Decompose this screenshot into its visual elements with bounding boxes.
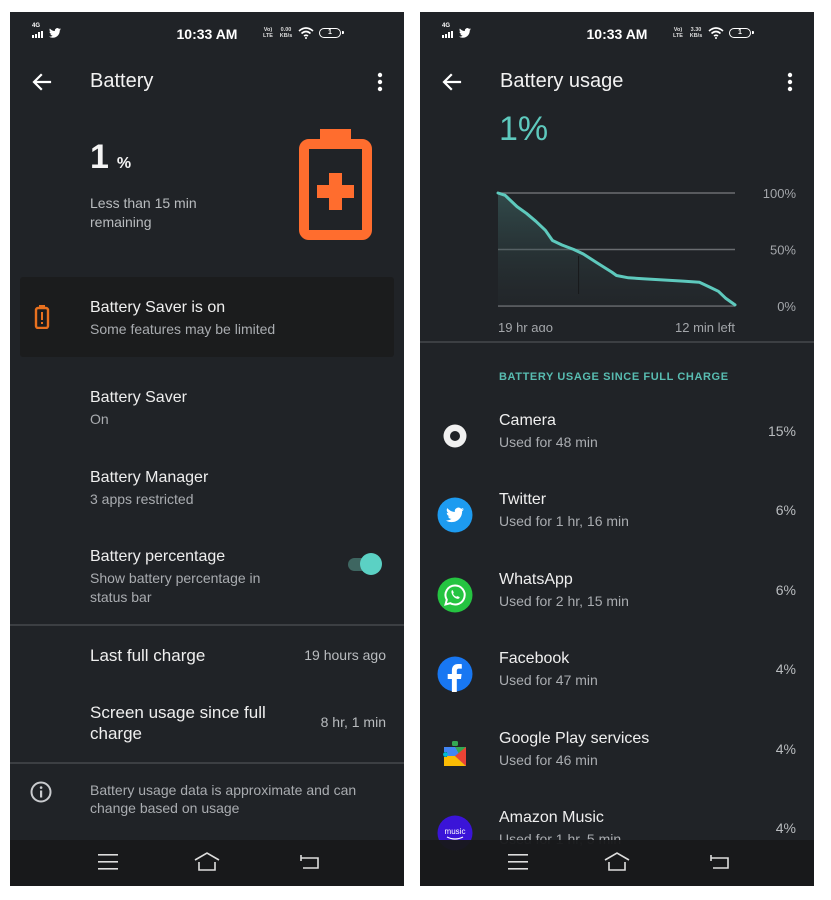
battery-percentage-toggle[interactable] [347, 553, 383, 575]
navigation-bar [10, 840, 404, 886]
current-battery-percent: 1% [499, 110, 549, 148]
google-play-services-icon [443, 741, 466, 766]
battery-alert-icon [34, 305, 50, 329]
more-vert-icon[interactable] [784, 70, 796, 94]
page-title: Battery usage [500, 70, 624, 92]
battery-saver-banner[interactable]: Battery Saver is on Some features may be… [20, 277, 394, 357]
app-usage-row-camera[interactable]: Camera Used for 48 min 15% [420, 407, 814, 477]
x-start-label: 19 hr ago [498, 320, 553, 332]
status-bar: 4G 10:33 AM Vo) LTE 0.00 KB/s 1 [10, 12, 404, 56]
status-battery-icon: 1 [319, 28, 344, 38]
back-arrow-icon[interactable] [440, 70, 464, 94]
twitter-icon [437, 497, 473, 533]
app-usage-row-google-play-services[interactable]: Google Play services Used for 46 min 4% [420, 725, 814, 795]
y-tick-label: 50% [770, 243, 796, 258]
status-time: 10:33 AM [586, 26, 648, 42]
screen-usage-label: Screen usage since full charge [90, 703, 266, 743]
home-icon[interactable] [603, 850, 631, 874]
back-arrow-icon[interactable] [30, 70, 54, 94]
usage-disclaimer: Battery usage data is approximate and ca… [90, 782, 357, 816]
navigation-bar [420, 840, 814, 886]
pref-battery-manager[interactable]: Battery Manager 3 apps restricted [90, 467, 208, 509]
status-battery-icon: 1 [729, 28, 754, 38]
pref-battery-percentage[interactable]: Battery percentage Show battery percenta… [90, 546, 300, 607]
back-icon[interactable] [298, 852, 322, 872]
svg-text:music: music [445, 827, 466, 836]
section-header: BATTERY USAGE SINCE FULL CHARGE [499, 371, 729, 383]
status-time: 10:33 AM [176, 26, 238, 42]
battery-usage-screen: 4G 10:33 AM Vo) LTE 3.30 KB/s 1 Battery … [420, 12, 814, 886]
battery-settings-screen: 4G 10:33 AM Vo) LTE 0.00 KB/s 1 Battery … [10, 12, 404, 886]
menu-icon[interactable] [98, 853, 120, 871]
time-remaining: Less than 15 min remaining [90, 195, 197, 230]
wifi-icon [298, 27, 314, 39]
app-bar: Battery [10, 56, 404, 112]
last-full-charge-value: 19 hours ago [304, 647, 386, 663]
saver-banner-subtitle: Some features may be limited [90, 321, 276, 337]
app-usage-row-twitter[interactable]: Twitter Used for 1 hr, 16 min 6% [420, 486, 814, 556]
wifi-icon [708, 27, 724, 39]
info-icon [30, 781, 52, 803]
status-bar: 4G 10:33 AM Vo) LTE 3.30 KB/s 1 [420, 12, 814, 56]
battery-saver-large-icon [299, 129, 372, 240]
x-end-label: 12 min left [675, 320, 735, 332]
app-usage-row-facebook[interactable]: Facebook Used for 47 min 4% [420, 645, 814, 715]
divider [10, 762, 404, 764]
whatsapp-icon [437, 577, 473, 613]
divider [420, 341, 814, 343]
battery-percent: 1% [90, 138, 132, 176]
menu-icon[interactable] [508, 853, 530, 871]
volte-indicator: Vo) LTE [673, 27, 683, 39]
app-bar: Battery usage [420, 56, 814, 112]
volte-indicator: Vo) LTE [263, 27, 273, 39]
screen-usage-value: 8 hr, 1 min [320, 714, 386, 730]
battery-history-chart: 100% 50% 0% 19 hr ago 12 min left [496, 186, 797, 332]
camera-icon [443, 424, 467, 448]
page-title: Battery [90, 70, 154, 92]
last-full-charge-label: Last full charge [90, 646, 206, 665]
y-tick-label: 0% [777, 299, 796, 314]
data-speed-indicator: 3.30 KB/s [689, 27, 703, 39]
back-icon[interactable] [708, 852, 732, 872]
divider [10, 624, 404, 626]
more-vert-icon[interactable] [374, 70, 386, 94]
home-icon[interactable] [193, 850, 221, 874]
app-usage-row-whatsapp[interactable]: WhatsApp Used for 2 hr, 15 min 6% [420, 566, 814, 636]
facebook-icon [437, 656, 473, 692]
data-speed-indicator: 0.00 KB/s [279, 27, 293, 39]
saver-banner-title: Battery Saver is on [90, 299, 226, 316]
pref-battery-saver[interactable]: Battery Saver On [90, 387, 187, 429]
y-tick-label: 100% [763, 186, 797, 201]
